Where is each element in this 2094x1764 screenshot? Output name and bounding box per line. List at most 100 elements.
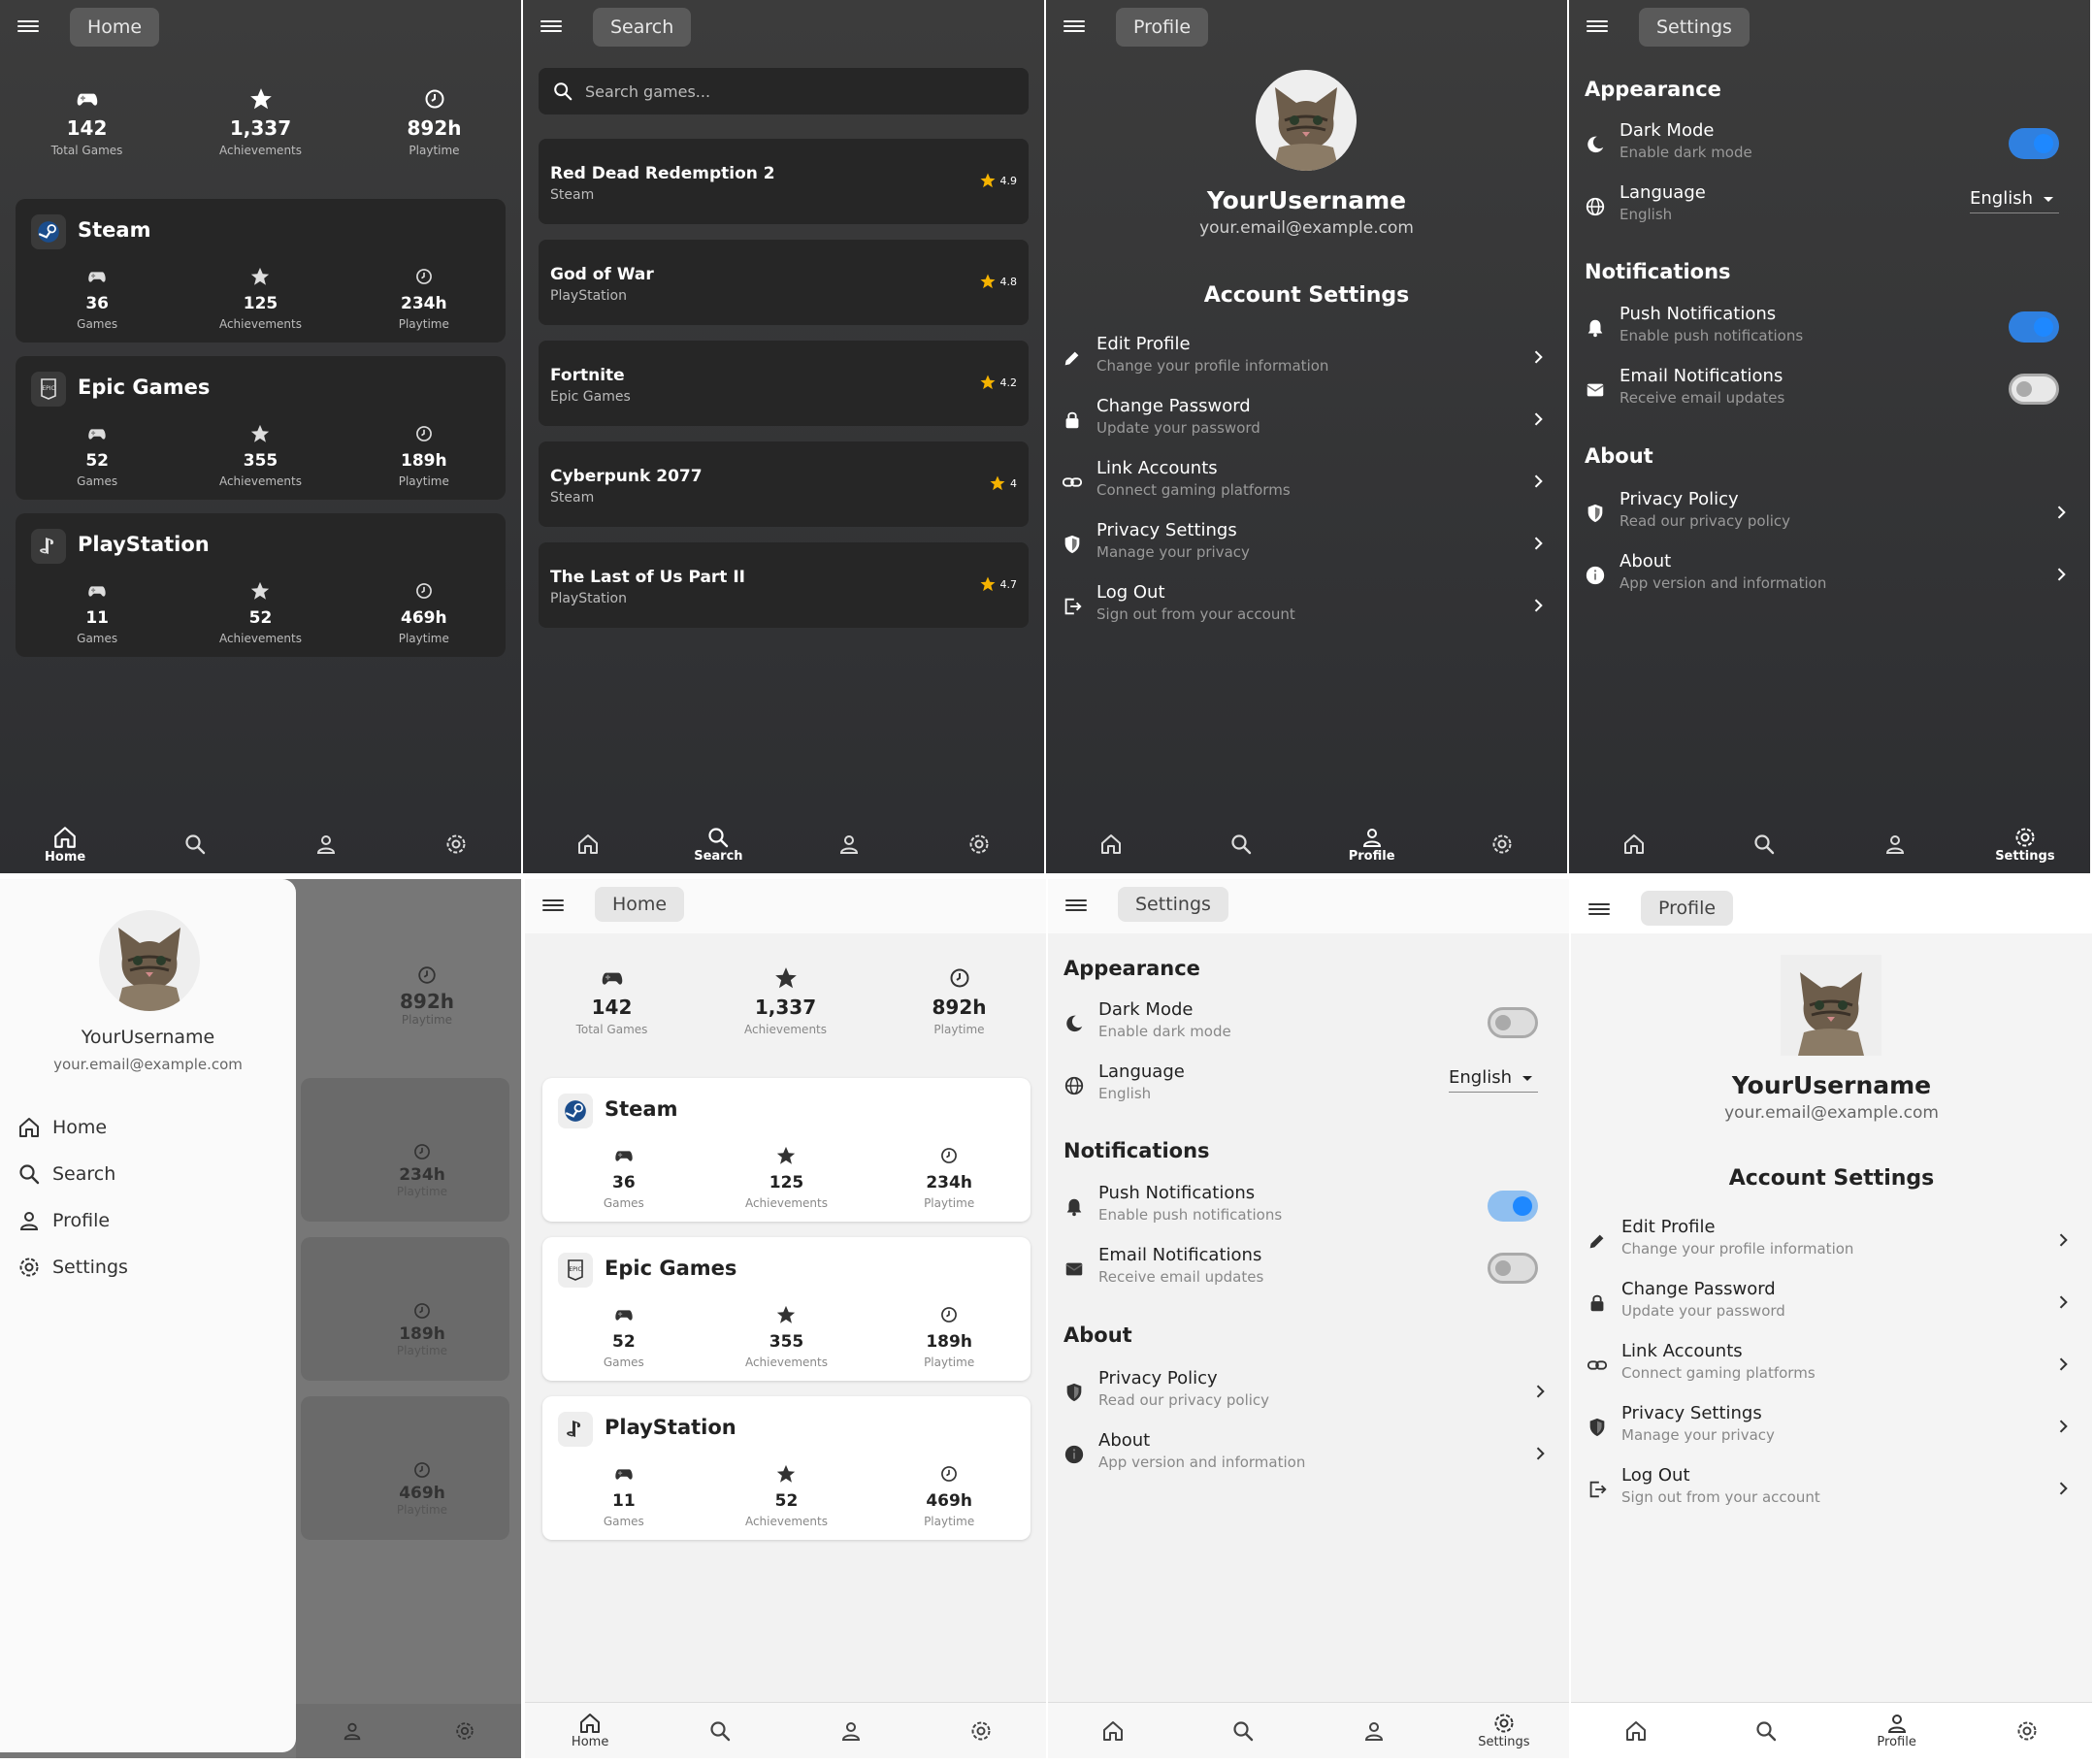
platform-playtime: 189h Playtime [351, 420, 497, 488]
menu-icon[interactable] [540, 17, 562, 37]
menu-icon[interactable] [17, 17, 39, 37]
language-select[interactable]: English [1970, 188, 2059, 213]
nav-settings[interactable]: Settings [1446, 1712, 1562, 1749]
platform-card-steam[interactable]: Steam 36 Games 125 Achievements 234h Playti… [542, 1078, 1031, 1222]
game-result[interactable]: God of War PlayStation 4.8 [539, 240, 1029, 325]
link-accounts-item[interactable]: Link Accounts Connect gaming platforms [1046, 450, 1567, 512]
menu-icon[interactable] [1587, 17, 1608, 37]
dark-mode-toggle[interactable] [2009, 128, 2059, 159]
privacy-policy-item[interactable]: Privacy Policy Read our privacy policy [1048, 1360, 1569, 1422]
user-icon [314, 833, 338, 856]
email-notifications-setting[interactable]: Email Notifications Receive email update… [1569, 358, 2090, 420]
nav-search[interactable] [1708, 1719, 1824, 1743]
nav-home[interactable]: Home [532, 1712, 648, 1749]
avatar[interactable] [1256, 70, 1357, 171]
avatar[interactable] [1781, 955, 1881, 1056]
push-notifications-setting[interactable]: Push Notifications Enable push notificat… [1569, 296, 2090, 358]
push-notifications-setting[interactable]: Push Notifications Enable push notificat… [1048, 1175, 1569, 1237]
edit-profile-item[interactable]: Edit Profile Change your profile informa… [1571, 1209, 2092, 1271]
nav-home[interactable] [530, 833, 646, 856]
nav-home[interactable] [1578, 1719, 1694, 1743]
language-setting[interactable]: Language English English [1048, 1054, 1569, 1116]
game-result[interactable]: Red Dead Redemption 2 Steam 4.9 [539, 139, 1029, 224]
dark-mode-setting[interactable]: Dark Mode Enable dark mode [1048, 992, 1569, 1054]
about-item[interactable]: About App version and information [1569, 543, 2090, 605]
platform-card-playstation[interactable]: PlayStation 11 Games 52 Achievements 469h P… [16, 513, 506, 657]
nav-search[interactable] [662, 1719, 778, 1743]
stat-label: Playtime [933, 1023, 985, 1036]
dark-mode-setting[interactable]: Dark Mode Enable dark mode [1569, 113, 2090, 175]
platform-card-epic[interactable]: Epic Games 52 Games 355 Achievements 189h P… [542, 1237, 1031, 1381]
nav-settings[interactable] [398, 833, 514, 856]
change-password-item[interactable]: Change Password Update your password [1046, 388, 1567, 450]
nav-profile[interactable]: Profile [1839, 1712, 1955, 1749]
privacy-settings-item[interactable]: Privacy Settings Manage your privacy [1571, 1395, 2092, 1457]
drawer-item-profile[interactable]: Profile [17, 1209, 110, 1232]
platform-card-playstation[interactable]: PlayStation 11 Games 52 Achievements 469h P… [542, 1396, 1031, 1540]
menu-icon[interactable] [1588, 900, 1610, 920]
nav-home[interactable] [1055, 1719, 1171, 1743]
nav-profile[interactable] [791, 833, 907, 856]
nav-search[interactable] [1185, 1719, 1301, 1743]
menu-icon[interactable] [1063, 17, 1085, 37]
nav-search[interactable] [137, 833, 253, 856]
nav-home[interactable] [1576, 833, 1692, 856]
game-result[interactable]: Cyberpunk 2077 Steam 4 [539, 441, 1029, 527]
edit-profile-item[interactable]: Edit Profile Change your profile informa… [1046, 326, 1567, 388]
menu-icon[interactable] [542, 897, 564, 916]
nav-search[interactable] [1183, 833, 1299, 856]
push-notifications-toggle[interactable] [2009, 311, 2059, 343]
item-subtitle: Read our privacy policy [1098, 1391, 1270, 1409]
item-subtitle: Change your profile information [1096, 357, 1329, 375]
log-out-item[interactable]: Log Out Sign out from your account [1571, 1457, 2092, 1519]
profile-screen-dark: Profile YourUsername your.email@example.… [1046, 0, 1567, 873]
drawer-item-settings[interactable]: Settings [17, 1256, 128, 1279]
clock-icon [939, 1460, 959, 1487]
nav-profile[interactable] [268, 833, 384, 856]
nav-profile[interactable] [1837, 833, 1953, 856]
nav-profile[interactable] [1316, 1719, 1432, 1743]
nav-settings[interactable] [1969, 1719, 2085, 1743]
nav-settings[interactable] [923, 1719, 1039, 1743]
about-item[interactable]: About App version and information [1048, 1422, 1569, 1485]
clock-icon [414, 420, 434, 447]
nav-settings[interactable] [1444, 833, 1560, 856]
push-notifications-toggle[interactable] [1488, 1191, 1538, 1222]
nav-settings[interactable]: Settings [1967, 826, 2083, 864]
nav-settings[interactable] [921, 833, 1037, 856]
stat-label: Total Games [575, 1023, 648, 1036]
platform-card-epic[interactable]: Epic Games 52 Games 355 Achievements 189h P… [16, 356, 506, 500]
home-icon [52, 825, 78, 850]
language-select[interactable]: English [1449, 1067, 1538, 1093]
game-result[interactable]: Fortnite Epic Games 4.2 [539, 341, 1029, 426]
email-notifications-toggle[interactable] [1488, 1253, 1538, 1284]
playstation-icon [31, 529, 66, 564]
stat-label: Playtime [924, 1196, 975, 1210]
change-password-item[interactable]: Change Password Update your password [1571, 1271, 2092, 1333]
privacy-settings-item[interactable]: Privacy Settings Manage your privacy [1046, 512, 1567, 574]
email-notifications-setting[interactable]: Email Notifications Receive email update… [1048, 1237, 1569, 1299]
nav-home[interactable]: Home [7, 825, 123, 865]
page-title: Home [70, 8, 160, 47]
drawer-item-home[interactable]: Home [17, 1116, 107, 1139]
game-result[interactable]: The Last of Us Part II PlayStation 4.7 [539, 542, 1029, 628]
log-out-item[interactable]: Log Out Sign out from your account [1046, 574, 1567, 637]
dark-mode-toggle[interactable] [1488, 1007, 1538, 1038]
stat-label: Achievements [218, 317, 302, 331]
nav-profile[interactable] [793, 1719, 909, 1743]
chevron-right-icon [1528, 596, 1548, 615]
privacy-policy-item[interactable]: Privacy Policy Read our privacy policy [1569, 481, 2090, 543]
platform-card-steam[interactable]: Steam 36 Games 125 Achievements 234h Playti… [16, 199, 506, 343]
info-icon [1585, 565, 1606, 586]
language-setting[interactable]: Language English English [1569, 175, 2090, 237]
email-notifications-toggle[interactable] [2009, 374, 2059, 405]
link-accounts-item[interactable]: Link Accounts Connect gaming platforms [1571, 1333, 2092, 1395]
search-input[interactable]: Search games... [539, 68, 1029, 114]
nav-home[interactable] [1053, 833, 1169, 856]
drawer-item-search[interactable]: Search [17, 1162, 115, 1186]
stat-value: 125 [243, 294, 278, 313]
nav-search[interactable] [1706, 833, 1822, 856]
nav-profile[interactable]: Profile [1314, 826, 1430, 864]
menu-icon[interactable] [1065, 897, 1087, 916]
nav-search[interactable]: Search [660, 826, 776, 864]
